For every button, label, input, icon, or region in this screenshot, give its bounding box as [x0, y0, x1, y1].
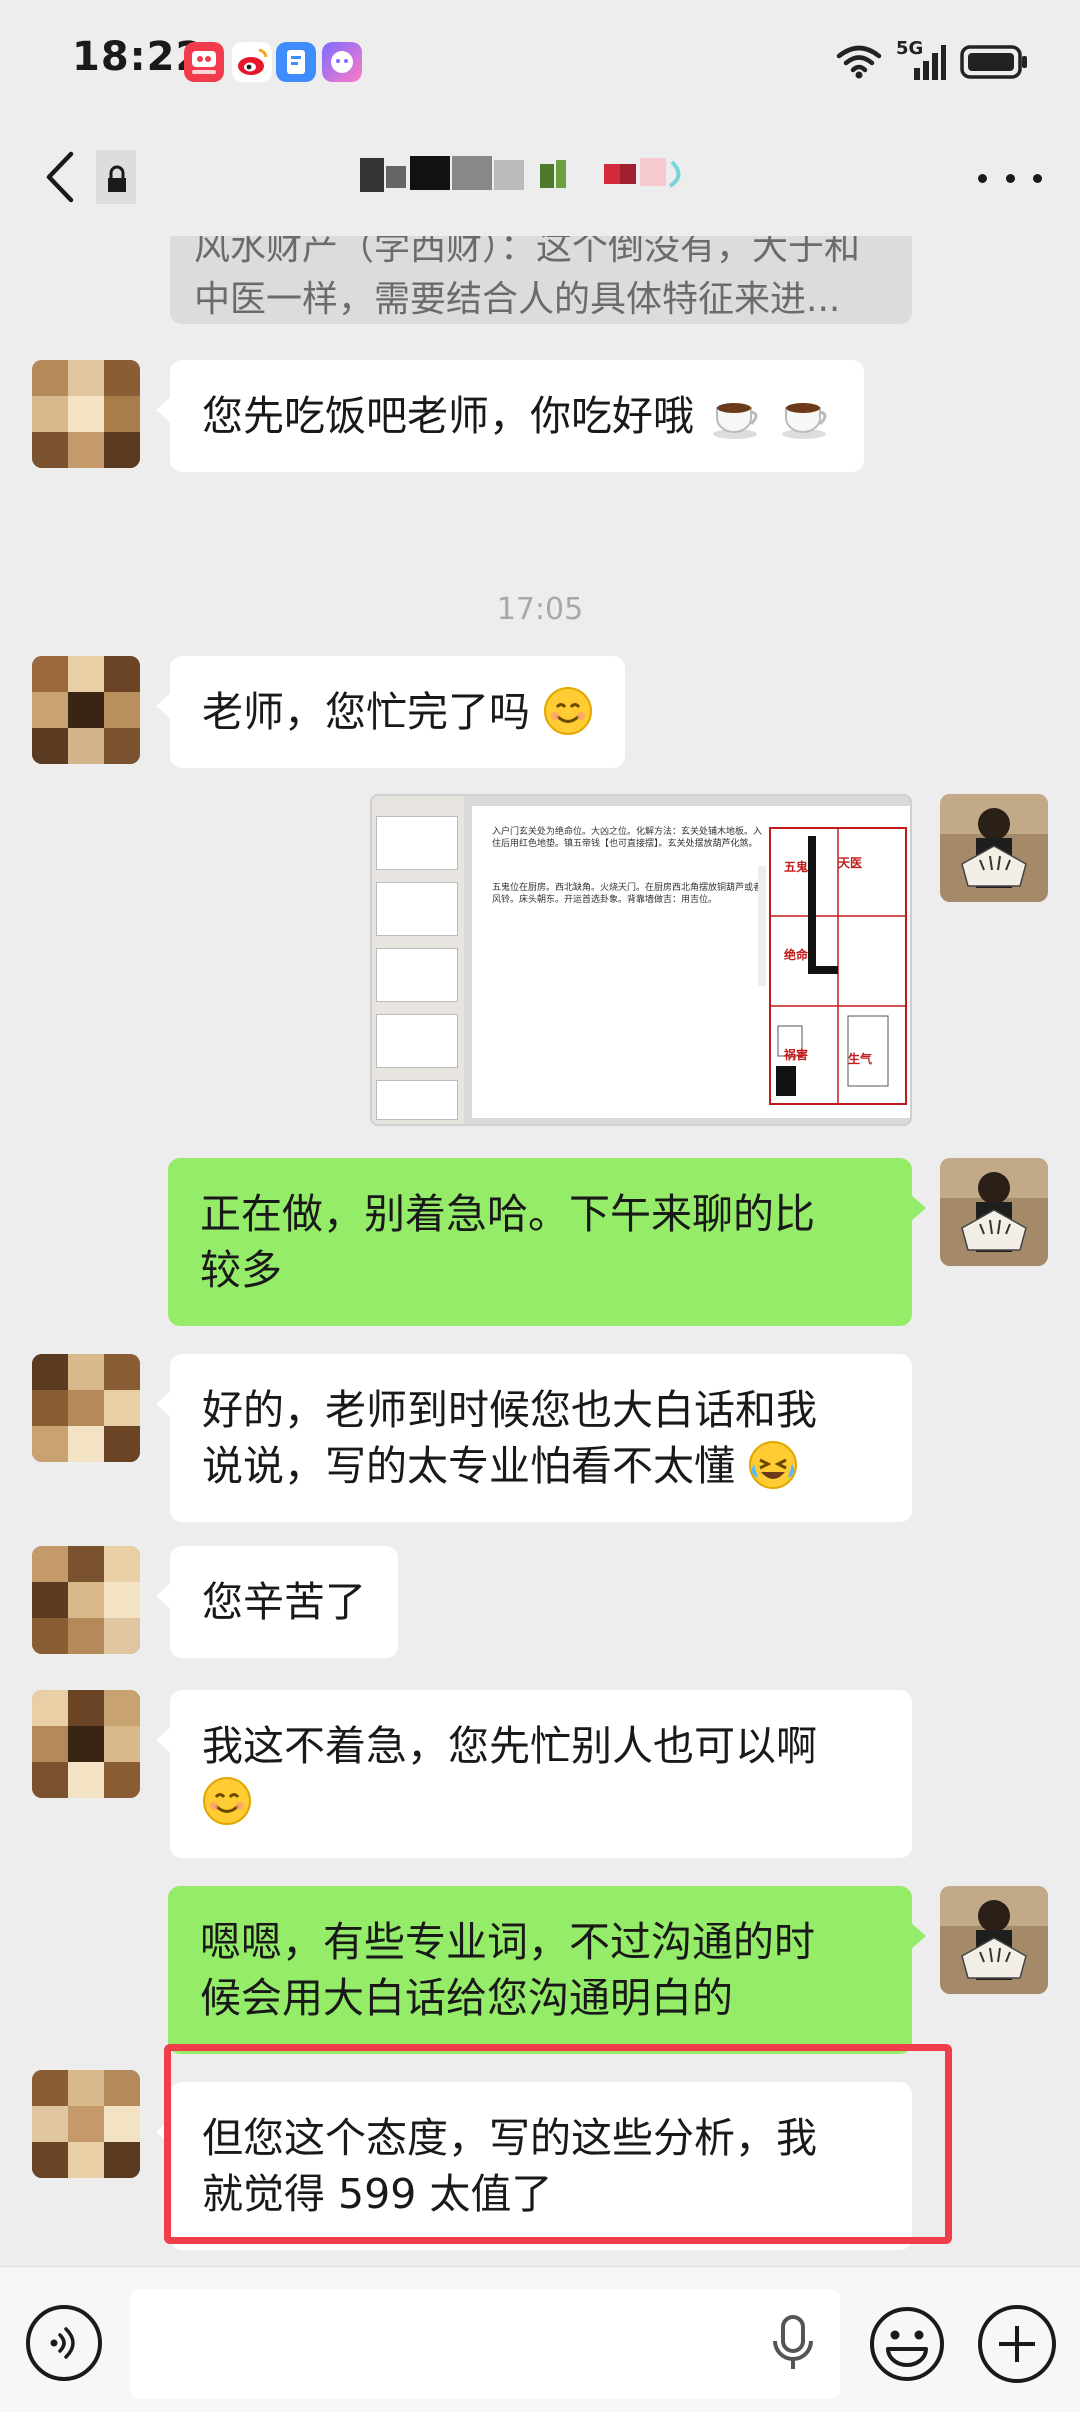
- incoming-message[interactable]: 好的，老师到时候您也大白话和我 说说，写的太专业怕看不太懂: [156, 1354, 912, 1522]
- message-text: 老师，您忙完了吗: [202, 688, 530, 736]
- smiling-face-icon: [544, 687, 593, 735]
- cellular-signal-icon: 5G: [896, 38, 946, 82]
- chat-header: [0, 120, 1080, 236]
- outgoing-message[interactable]: 正在做，别着急哈。下午来聊的比 较多: [168, 1158, 926, 1326]
- message-input[interactable]: [130, 2289, 840, 2399]
- incoming-message[interactable]: 您先吃饭吧老师，你吃好哦: [155, 360, 865, 472]
- outgoing-message[interactable]: 嗯嗯，有些专业词，不过沟通的时 候会用大白话给您沟通明白的: [168, 1886, 926, 2054]
- chat-title-obscured[interactable]: [360, 150, 720, 200]
- contact-avatar[interactable]: [32, 2070, 140, 2178]
- message-line-2: 说说，写的太专业怕看不太懂: [202, 1442, 735, 1490]
- contact-avatar[interactable]: [32, 1690, 140, 1798]
- video-app-icon: [184, 42, 224, 82]
- message-line-1: 嗯嗯，有些专业词，不过沟通的时: [200, 1918, 815, 1966]
- back-button[interactable]: [30, 144, 90, 210]
- battery-icon: [960, 45, 1027, 79]
- weibo-icon: [232, 42, 272, 82]
- message-list[interactable]: 风水财产（学西财）：这个倒没有，大于和 中医一样，需要结合人的具体特征来进...…: [0, 236, 1080, 2266]
- sweat-laugh-face-icon: [749, 1441, 798, 1489]
- quoted-line-1: 风水财产（学西财）：这个倒没有，大于和: [194, 236, 861, 268]
- chevron-left-icon: [46, 151, 74, 203]
- smiling-face-icon: [203, 1777, 251, 1825]
- wifi-icon: [836, 45, 882, 79]
- room-label-5: 生气: [848, 1052, 873, 1066]
- contact-badge-icon: [96, 150, 136, 204]
- user-avatar[interactable]: [940, 1886, 1048, 1994]
- message-line-1: 我这不着急，您先忙别人也可以啊: [202, 1722, 817, 1770]
- highlight-annotation: [164, 2044, 952, 2244]
- image-note-1: 入户门玄关处为绝命位。大凶之位。化解方法：玄关处铺木地板。入住后用红色地垫。镇五…: [492, 827, 763, 849]
- contact-avatar[interactable]: [32, 1546, 140, 1654]
- status-indicators: 5G: [836, 38, 1030, 84]
- status-bar: 18:22 5G: [0, 0, 1080, 120]
- message-line-1: 正在做，别着急哈。下午来聊的比: [200, 1190, 815, 1238]
- message-text: 您先吃饭吧老师，你吃好哦: [202, 392, 694, 440]
- image-note-2: 五鬼位在厨房。西北缺角。火烧天门。在厨房西北角摆放铜葫芦或者风铃。床头朝东。开运…: [492, 883, 763, 905]
- emoji-icon[interactable]: [868, 2305, 946, 2383]
- microphone-icon[interactable]: [768, 2313, 818, 2373]
- coffee-cup-icon: [713, 403, 758, 439]
- coffee-cup-icon: [782, 403, 827, 439]
- user-avatar[interactable]: [940, 1158, 1048, 1266]
- contact-avatar[interactable]: [32, 360, 140, 468]
- plus-button[interactable]: [978, 2305, 1056, 2383]
- room-label-2: 天医: [838, 856, 863, 870]
- input-bar: [0, 2266, 1080, 2412]
- room-label-1: 五鬼: [784, 860, 809, 874]
- quoted-message[interactable]: 风水财产（学西财）：这个倒没有，大于和 中医一样，需要结合人的具体特征来进...: [170, 236, 912, 324]
- message-line-2: 较多: [200, 1246, 282, 1294]
- image-thumbnail-strip: [372, 796, 464, 1124]
- time-separator: 17:05: [496, 592, 584, 627]
- contact-avatar[interactable]: [32, 1354, 140, 1462]
- voice-mode-icon: [50, 2327, 75, 2359]
- chat-screen: 18:22 5G 风水财产（学西财）：这个倒没有，大于和 中医一样，需要结合人的…: [0, 0, 1080, 2412]
- more-dots-icon: [978, 173, 987, 183]
- room-label-4: 祸害: [784, 1048, 809, 1062]
- more-options-button[interactable]: [978, 160, 1042, 196]
- browser-icon: [276, 42, 316, 82]
- message-text: 您辛苦了: [202, 1578, 366, 1626]
- incoming-message[interactable]: 老师，您忙完了吗: [155, 656, 626, 768]
- quoted-line-2: 中医一样，需要结合人的具体特征来进...: [194, 279, 841, 320]
- voice-button[interactable]: [26, 2305, 102, 2381]
- incoming-message[interactable]: 您辛苦了: [156, 1546, 398, 1658]
- toolbar-strip: [758, 866, 766, 986]
- image-canvas: 入户门玄关处为绝命位。大凶之位。化解方法：玄关处铺木地板。入住后用红色地垫。镇五…: [472, 806, 910, 1118]
- user-avatar[interactable]: [940, 794, 1048, 902]
- chat-app-icon: [322, 42, 362, 82]
- message-line-2: 候会用大白话给您沟通明白的: [200, 1974, 733, 2022]
- message-line-1: 好的，老师到时候您也大白话和我: [202, 1386, 817, 1434]
- incoming-message[interactable]: 我这不着急，您先忙别人也可以啊: [156, 1690, 912, 1858]
- image-message[interactable]: 入户门玄关处为绝命位。大凶之位。化解方法：玄关处铺木地板。入住后用红色地垫。镇五…: [370, 794, 912, 1126]
- contact-avatar[interactable]: [32, 656, 140, 764]
- room-label-3: 绝命: [784, 948, 809, 962]
